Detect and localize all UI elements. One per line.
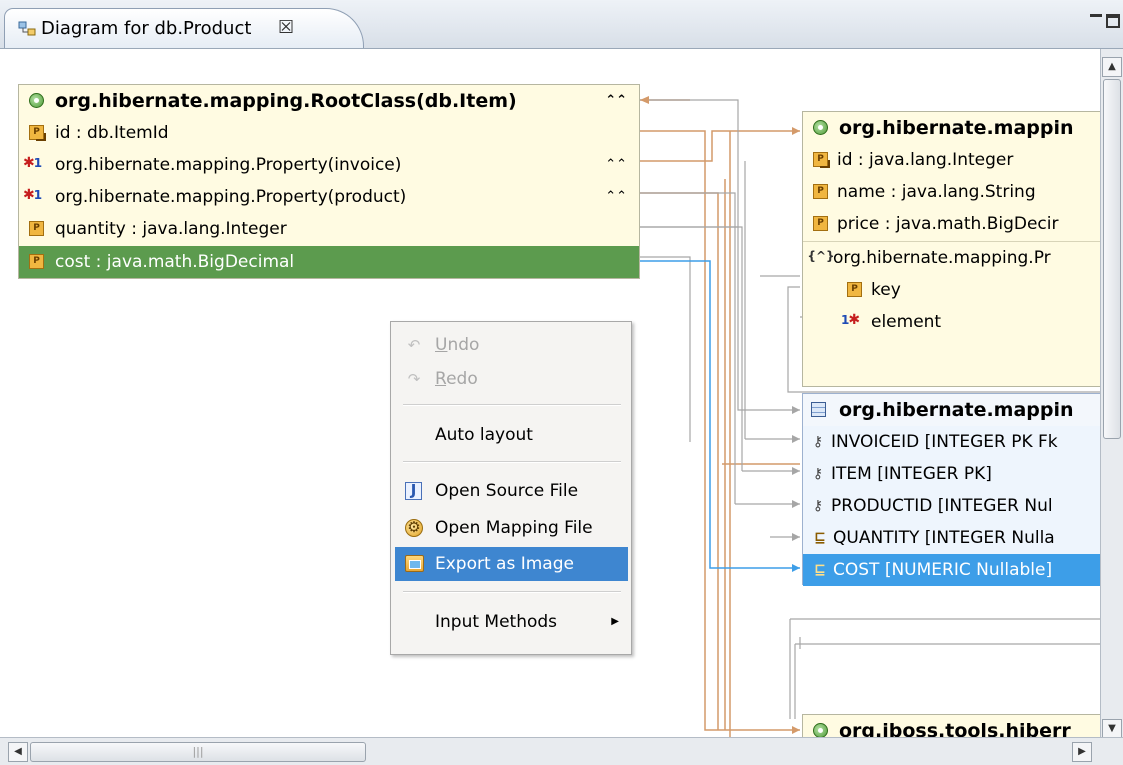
property-icon: P xyxy=(813,216,828,231)
redo-icon: ↷ xyxy=(407,370,421,388)
column-row-selected[interactable]: ⊑ COST [NUMERIC Nullable] xyxy=(803,554,1100,586)
diagram-editor-tab[interactable]: Diagram for db.Product ☒ xyxy=(4,8,364,48)
scroll-up-icon[interactable]: ▲ xyxy=(1102,57,1122,77)
class-icon xyxy=(29,93,44,108)
property-row[interactable]: P key xyxy=(803,274,1100,306)
collapse-icon[interactable]: ⌃⌃ xyxy=(605,85,627,117)
column-icon: ⊑ xyxy=(814,530,826,546)
component-icon: {^} xyxy=(807,249,835,263)
collection-row[interactable]: {^} org.hibernate.mapping.Pr xyxy=(803,242,1100,274)
menu-item-input-methods[interactable]: Input Methods ▶ xyxy=(391,605,631,639)
arrow-head xyxy=(792,726,800,734)
arrow-head xyxy=(640,96,649,104)
scroll-down-icon[interactable]: ▼ xyxy=(1102,719,1122,739)
property-row[interactable]: P id : java.lang.Integer xyxy=(803,144,1100,176)
primary-key-icon: ⚷ xyxy=(812,466,824,482)
primary-foreign-key-icon: ⚷ xyxy=(812,498,824,514)
column-row[interactable]: ⚷ ITEM [INTEGER PK] xyxy=(803,458,1100,490)
menu-item-undo[interactable]: ↶ Undo xyxy=(391,328,631,362)
property-row[interactable]: 1✱ element xyxy=(803,306,1100,338)
arrow-head xyxy=(792,406,800,414)
entity-header[interactable]: org.hibernate.mappin xyxy=(803,394,1100,426)
entity-header[interactable]: org.hibernate.mappin xyxy=(803,112,1100,144)
id-property-icon: P xyxy=(29,125,46,141)
class-icon xyxy=(813,120,828,135)
many-to-one-icon: ✱1 xyxy=(23,155,42,171)
diagram-canvas[interactable]: org.hibernate.mapping.RootClass(db.Item)… xyxy=(0,49,1100,737)
menu-separator xyxy=(403,461,621,463)
column-row[interactable]: ⚷ PRODUCTID [INTEGER Nul xyxy=(803,490,1100,522)
connection-line xyxy=(640,192,736,504)
submenu-arrow-icon: ▶ xyxy=(611,616,619,627)
property-icon: P xyxy=(813,184,828,199)
menu-item-open-source-file[interactable]: J Open Source File xyxy=(391,474,631,508)
arrow-head xyxy=(792,564,800,572)
editor-tab-bar: Diagram for db.Product ☒ xyxy=(0,0,1123,49)
property-row-selected[interactable]: P cost : java.math.BigDecimal xyxy=(19,246,639,278)
property-row[interactable]: ✱1 org.hibernate.mapping.Property(produc… xyxy=(19,181,639,213)
entity-header[interactable]: org.hibernate.mapping.RootClass(db.Item)… xyxy=(19,85,639,117)
many-to-one-icon: ✱1 xyxy=(23,187,42,203)
connection-line xyxy=(640,130,800,162)
context-menu: ↶ Undo ↷ Redo Auto layout J Open Source … xyxy=(390,321,632,655)
horizontal-scroll-thumb[interactable]: ||| xyxy=(30,742,366,762)
connection-line xyxy=(640,130,800,731)
tab-title: Diagram for db.Product xyxy=(41,18,252,39)
arrow-head xyxy=(792,127,800,135)
item-entity[interactable]: org.hibernate.mapping.RootClass(db.Item)… xyxy=(18,84,640,279)
java-source-icon: J xyxy=(405,482,422,500)
vertical-scroll-thumb[interactable] xyxy=(1103,79,1121,439)
horizontal-scrollbar[interactable]: ◀ ||| ▶ xyxy=(0,737,1123,765)
property-row[interactable]: P name : java.lang.String xyxy=(803,176,1100,208)
connection-line xyxy=(640,192,719,730)
property-icon: P xyxy=(847,282,862,297)
close-tab-icon[interactable]: ☒ xyxy=(278,17,294,38)
collapse-icon[interactable]: ⌃⌃ xyxy=(605,149,627,181)
vertical-scrollbar[interactable]: ▲ ▼ xyxy=(1100,49,1123,739)
connection-line xyxy=(640,256,691,442)
mapping-file-icon: ⚙ xyxy=(405,519,423,537)
diagram-icon xyxy=(18,21,36,36)
one-to-many-icon: 1✱ xyxy=(841,312,860,328)
menu-separator xyxy=(403,591,621,593)
menu-separator xyxy=(403,404,621,406)
jboss-entity[interactable]: org.jboss.tools.hiberr xyxy=(802,714,1100,737)
primary-foreign-key-icon: ⚷ xyxy=(812,434,824,450)
property-icon: P xyxy=(29,254,44,269)
column-icon: ⊑ xyxy=(814,562,826,578)
column-row[interactable]: ⊑ QUANTITY [INTEGER Nulla xyxy=(803,522,1100,554)
connection-line xyxy=(640,226,743,471)
property-row[interactable]: ✱1 org.hibernate.mapping.Property(invoic… xyxy=(19,149,639,181)
scroll-left-icon[interactable]: ◀ xyxy=(8,742,28,762)
property-icon: P xyxy=(29,221,44,236)
product-entity[interactable]: org.hibernate.mappin P id : java.lang.In… xyxy=(802,111,1100,387)
collapse-icon[interactable]: ⌃⌃ xyxy=(605,181,627,213)
undo-icon: ↶ xyxy=(407,336,421,354)
menu-item-redo[interactable]: ↷ Redo xyxy=(391,362,631,396)
maximize-icon[interactable] xyxy=(1106,14,1120,28)
table-entity[interactable]: org.hibernate.mappin ⚷ INVOICEID [INTEGE… xyxy=(802,393,1100,586)
column-row[interactable]: ⚷ INVOICEID [INTEGER PK Fk xyxy=(803,426,1100,458)
entity-header[interactable]: org.jboss.tools.hiberr xyxy=(803,715,1100,737)
connection-line xyxy=(640,99,800,411)
class-icon xyxy=(813,723,828,737)
table-icon xyxy=(811,402,826,417)
arrow-head xyxy=(792,533,800,541)
property-row[interactable]: P price : java.math.BigDecir xyxy=(803,208,1100,240)
minimize-icon[interactable] xyxy=(1090,10,1104,24)
menu-item-auto-layout[interactable]: Auto layout xyxy=(391,418,631,452)
export-image-icon xyxy=(405,555,424,572)
scroll-right-icon[interactable]: ▶ xyxy=(1072,742,1092,762)
property-row[interactable]: P quantity : java.lang.Integer xyxy=(19,213,639,245)
id-property-icon: P xyxy=(813,152,830,168)
property-row[interactable]: P id : db.ItemId xyxy=(19,117,639,149)
connection-line-selected xyxy=(640,260,800,569)
menu-item-export-as-image[interactable]: Export as Image xyxy=(395,547,628,581)
menu-item-open-mapping-file[interactable]: ⚙ Open Mapping File xyxy=(391,511,631,545)
